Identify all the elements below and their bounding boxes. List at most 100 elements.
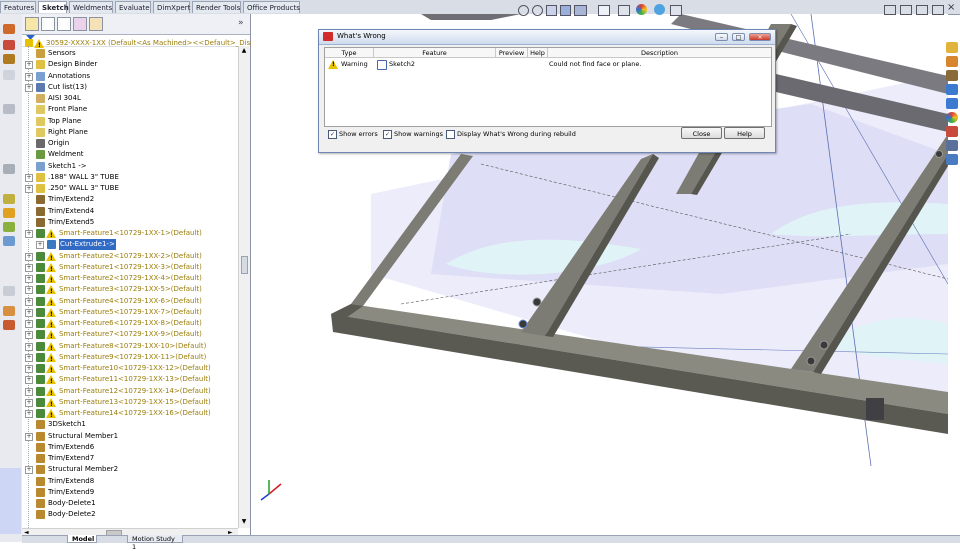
edit-appearance-icon[interactable] bbox=[636, 4, 647, 15]
expand-icon[interactable]: + bbox=[25, 230, 33, 238]
expand-icon[interactable]: + bbox=[25, 173, 33, 182]
feature-manager-tab-icon[interactable] bbox=[25, 17, 39, 31]
custom-properties-icon[interactable] bbox=[946, 126, 958, 137]
expand-icon[interactable]: + bbox=[25, 286, 33, 295]
expand-icon[interactable]: + bbox=[36, 241, 44, 250]
expand-icon[interactable]: + bbox=[25, 263, 33, 272]
forum-icon[interactable] bbox=[946, 140, 958, 151]
tree-item-label: Cut list(13) bbox=[48, 82, 87, 91]
search-icon[interactable] bbox=[946, 84, 958, 95]
close-icon[interactable]: × bbox=[947, 3, 955, 13]
zoom-area-icon[interactable] bbox=[532, 5, 543, 16]
show-errors-label: Show errors bbox=[339, 130, 378, 138]
tile-icon[interactable] bbox=[900, 5, 912, 15]
tab-render-tools[interactable]: Render Tools bbox=[192, 1, 241, 13]
display-during-rebuild-checkbox[interactable] bbox=[446, 130, 455, 139]
tab-dimxpert[interactable]: DimXpert bbox=[153, 1, 190, 13]
expand-icon[interactable]: + bbox=[25, 398, 33, 407]
section-view-icon[interactable] bbox=[560, 5, 571, 16]
feature-icon bbox=[36, 116, 45, 126]
expand-icon[interactable]: + bbox=[25, 376, 33, 385]
view-orientation-icon[interactable] bbox=[574, 5, 587, 16]
tool-icon[interactable] bbox=[3, 208, 15, 218]
toolbox-icon[interactable] bbox=[946, 154, 958, 165]
expand-icon[interactable]: + bbox=[25, 410, 33, 418]
expand-icon[interactable]: + bbox=[25, 185, 33, 193]
expand-icon[interactable]: + bbox=[25, 320, 33, 328]
file-explorer-icon[interactable] bbox=[946, 70, 958, 81]
scroll-up-icon[interactable]: ▲ bbox=[240, 47, 248, 55]
apply-scene-icon[interactable] bbox=[654, 4, 665, 15]
expand-icon[interactable]: + bbox=[25, 83, 33, 92]
warning-icon bbox=[46, 352, 56, 365]
panel-splitter-handle[interactable] bbox=[241, 256, 248, 274]
strip-highlight bbox=[0, 468, 21, 534]
tab-weldments[interactable]: Weldments bbox=[69, 1, 113, 13]
expand-icon[interactable]: + bbox=[25, 387, 33, 396]
tile-icon[interactable] bbox=[884, 5, 896, 15]
dimxpert-manager-tab-icon[interactable] bbox=[73, 17, 87, 31]
help-button[interactable]: Help bbox=[724, 127, 765, 139]
resources-icon[interactable] bbox=[946, 42, 958, 53]
tool-icon[interactable] bbox=[3, 320, 15, 330]
minimize-icon[interactable] bbox=[916, 5, 928, 15]
tool-icon[interactable] bbox=[3, 70, 15, 80]
tree-vertical-scrollbar[interactable]: ▲ ▼ bbox=[238, 46, 250, 528]
warning-icon bbox=[46, 319, 56, 331]
dialog-title-bar: What's Wrong – □ × bbox=[319, 30, 775, 45]
view-palette-icon[interactable] bbox=[946, 98, 958, 109]
expand-icon[interactable]: + bbox=[25, 365, 33, 373]
tool-icon[interactable] bbox=[3, 54, 15, 64]
expand-icon[interactable]: + bbox=[25, 331, 33, 340]
show-warnings-checkbox[interactable]: ✓ bbox=[383, 130, 392, 139]
bolt-hole bbox=[518, 319, 528, 329]
sketch-icon bbox=[377, 60, 387, 70]
expand-icon[interactable]: + bbox=[25, 297, 33, 306]
tool-icon[interactable] bbox=[3, 286, 15, 296]
tab-office-products[interactable]: Office Products bbox=[243, 1, 300, 13]
expand-icon[interactable]: + bbox=[25, 466, 33, 475]
feature-icon bbox=[36, 150, 45, 160]
tree-item-label: Smart-Feature11<10729-1XX-13>(Default) bbox=[59, 375, 211, 384]
tree-item-label: Smart-Feature8<10729-1XX-10>(Default) bbox=[59, 341, 207, 350]
show-errors-checkbox[interactable]: ✓ bbox=[328, 130, 337, 139]
design-library-icon[interactable] bbox=[946, 56, 958, 67]
tool-icon[interactable] bbox=[3, 222, 15, 232]
expand-icon[interactable]: + bbox=[25, 308, 33, 317]
expand-icon[interactable]: + bbox=[25, 61, 33, 70]
tab-features[interactable]: Features bbox=[0, 1, 36, 13]
table-row[interactable]: Warning Sketch2 Could not find face or p… bbox=[325, 48, 771, 70]
expand-icon[interactable]: + bbox=[25, 275, 33, 283]
expand-icon[interactable]: + bbox=[25, 342, 33, 351]
tab-evaluate[interactable]: Evaluate bbox=[115, 1, 151, 13]
close-button[interactable]: × bbox=[749, 33, 771, 41]
restore-icon[interactable] bbox=[932, 5, 944, 15]
property-manager-tab-icon[interactable] bbox=[41, 17, 55, 31]
tab-sketch[interactable]: Sketch bbox=[38, 1, 69, 13]
tool-icon[interactable] bbox=[3, 236, 15, 246]
display-manager-tab-icon[interactable] bbox=[89, 17, 103, 31]
expand-icon[interactable]: + bbox=[25, 432, 33, 441]
tool-icon[interactable] bbox=[3, 104, 15, 114]
view-settings-icon[interactable] bbox=[670, 5, 682, 16]
appearances-icon[interactable] bbox=[946, 112, 958, 123]
zoom-to-fit-icon[interactable] bbox=[518, 5, 529, 16]
close-dialog-button[interactable]: Close bbox=[681, 127, 722, 139]
tool-icon[interactable] bbox=[3, 24, 15, 34]
expand-icon[interactable]: + bbox=[25, 72, 33, 81]
expand-icon[interactable]: + bbox=[25, 252, 33, 261]
tool-icon[interactable] bbox=[3, 306, 15, 316]
tool-icon[interactable] bbox=[3, 40, 15, 50]
configuration-manager-tab-icon[interactable] bbox=[57, 17, 71, 31]
maximize-button[interactable]: □ bbox=[732, 33, 745, 41]
minimize-button[interactable]: – bbox=[715, 33, 728, 41]
row-type: Warning bbox=[341, 60, 368, 68]
expand-panel-icon[interactable]: » bbox=[238, 18, 244, 28]
hide-show-items-icon[interactable] bbox=[618, 5, 630, 16]
expand-icon[interactable]: + bbox=[25, 353, 33, 362]
scroll-down-icon[interactable]: ▼ bbox=[240, 518, 248, 526]
tool-icon[interactable] bbox=[3, 164, 15, 174]
display-style-icon[interactable] bbox=[598, 5, 610, 16]
tool-icon[interactable] bbox=[3, 194, 15, 204]
previous-view-icon[interactable] bbox=[546, 5, 557, 16]
